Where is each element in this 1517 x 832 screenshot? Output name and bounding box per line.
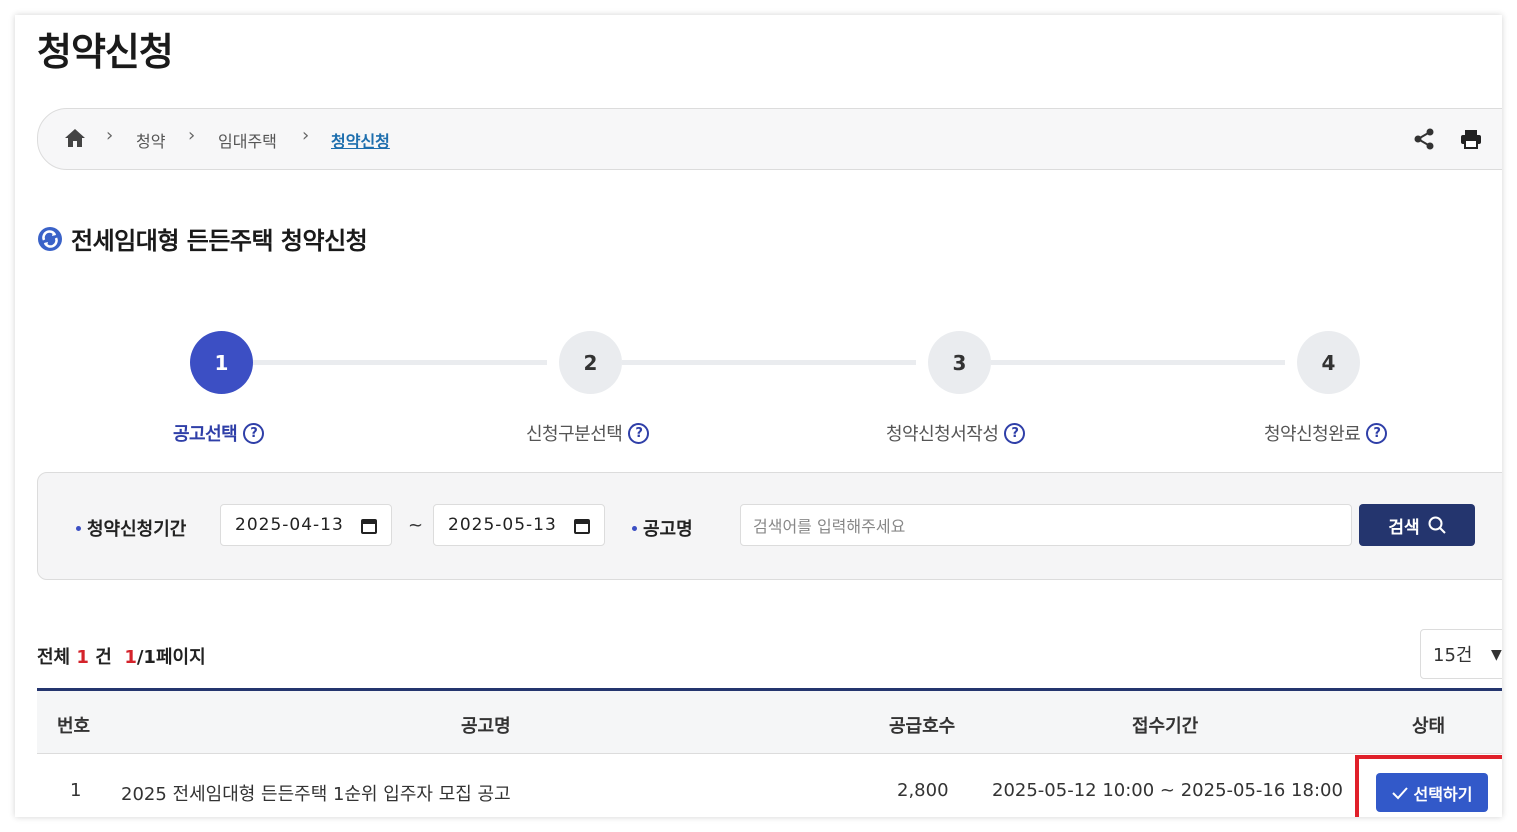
step-1-label: 공고선택 ? [173, 420, 265, 446]
start-date-input[interactable]: 2025-04-13 [220, 504, 392, 546]
table-header: 번호 공고명 공급호수 접수기간 상태 [37, 691, 1502, 754]
period-label-text: 청약신청기간 [87, 519, 187, 540]
page-title: 청약신청 [37, 30, 174, 74]
step-4-text: 청약신청완료 [1264, 424, 1361, 445]
breadcrumb-item-subscription[interactable]: 청약 [136, 128, 165, 152]
step-connector [253, 360, 547, 365]
refresh-icon [38, 226, 62, 251]
home-icon[interactable] [64, 128, 86, 148]
chevron-right-icon: › [188, 125, 196, 146]
row-no: 1 [70, 780, 82, 801]
name-label-text: 공고명 [643, 519, 693, 540]
step-3-text: 청약신청서작성 [886, 424, 999, 445]
search-panel: 청약신청기간 2025-04-13 ~ 2025-05-13 공고명 검색어를 … [37, 472, 1502, 580]
count-unit: 건 [95, 647, 112, 668]
step-4-circle: 4 [1297, 331, 1360, 394]
step-connector [991, 360, 1285, 365]
chevron-right-icon: › [302, 125, 310, 146]
step-3-circle: 3 [928, 331, 991, 394]
period-label: 청약신청기간 [76, 515, 186, 541]
start-date-value: 2025-04-13 [235, 515, 344, 535]
page-suffix: /1페이지 [136, 647, 206, 668]
header-no: 번호 [57, 716, 91, 737]
page-frame: 청약신청 › 청약 › 임대주택 › 청약신청 전세임대형 든든주택 청약신청 … [15, 15, 1502, 817]
help-icon[interactable]: ? [628, 422, 650, 444]
select-button[interactable]: 선택하기 [1376, 773, 1488, 812]
step-4-label: 청약신청완료 ? [1264, 420, 1388, 446]
range-tilde: ~ [408, 515, 424, 536]
search-input[interactable]: 검색어를 입력해주세요 [740, 504, 1352, 546]
section-title: 전세임대형 든든주택 청약신청 [37, 221, 368, 256]
end-date-value: 2025-05-13 [448, 515, 557, 535]
check-icon [1391, 786, 1408, 799]
per-page-value: 15건 [1433, 645, 1473, 666]
step-2-text: 신청구분선택 [526, 424, 623, 445]
header-period: 접수기간 [1132, 716, 1199, 737]
breadcrumb-item-rental-housing[interactable]: 임대주택 [218, 128, 277, 152]
step-2-label: 신청구분선택 ? [526, 420, 650, 446]
select-button-label: 선택하기 [1413, 784, 1473, 804]
row-name[interactable]: 2025 전세임대형 든든주택 1순위 입주자 모집 공고 [121, 780, 511, 806]
page-current: 1 [124, 647, 137, 668]
row-supply: 2,800 [897, 780, 949, 801]
search-button-label: 검색 [1388, 517, 1420, 538]
help-icon[interactable]: ? [1366, 422, 1388, 444]
search-icon [1428, 516, 1446, 534]
header-supply: 공급호수 [889, 716, 956, 737]
share-icon[interactable] [1413, 128, 1435, 150]
calendar-icon[interactable] [574, 518, 590, 534]
section-title-text: 전세임대형 든든주택 청약신청 [71, 227, 368, 255]
name-label: 공고명 [632, 515, 693, 541]
header-status: 상태 [1412, 716, 1446, 737]
search-placeholder: 검색어를 입력해주세요 [753, 517, 906, 536]
step-connector [622, 360, 916, 365]
bullet-icon [632, 525, 637, 531]
breadcrumb: › 청약 › 임대주택 › 청약신청 [37, 108, 1502, 170]
per-page-select[interactable]: 15건 ▼ [1420, 629, 1502, 679]
print-icon[interactable] [1460, 129, 1482, 149]
count-total: 1 [76, 647, 89, 668]
caret-down-icon: ▼ [1491, 647, 1502, 663]
chevron-right-icon: › [106, 125, 114, 146]
step-1-text: 공고선택 [173, 424, 238, 445]
count-prefix: 전체 [37, 647, 71, 668]
search-button[interactable]: 검색 [1359, 504, 1475, 546]
result-count: 전체 1 건 1/1페이지 [37, 643, 206, 669]
bullet-icon [76, 525, 81, 531]
row-period: 2025-05-12 10:00 ~ 2025-05-16 18:00 [992, 780, 1343, 801]
help-icon[interactable]: ? [1004, 422, 1026, 444]
header-name: 공고명 [461, 716, 511, 737]
help-icon[interactable]: ? [243, 422, 265, 444]
end-date-input[interactable]: 2025-05-13 [433, 504, 605, 546]
breadcrumb-current[interactable]: 청약신청 [331, 128, 390, 152]
calendar-icon[interactable] [361, 518, 377, 534]
step-3-label: 청약신청서작성 ? [886, 420, 1026, 446]
step-1-circle: 1 [190, 331, 253, 394]
step-2-circle: 2 [559, 331, 622, 394]
